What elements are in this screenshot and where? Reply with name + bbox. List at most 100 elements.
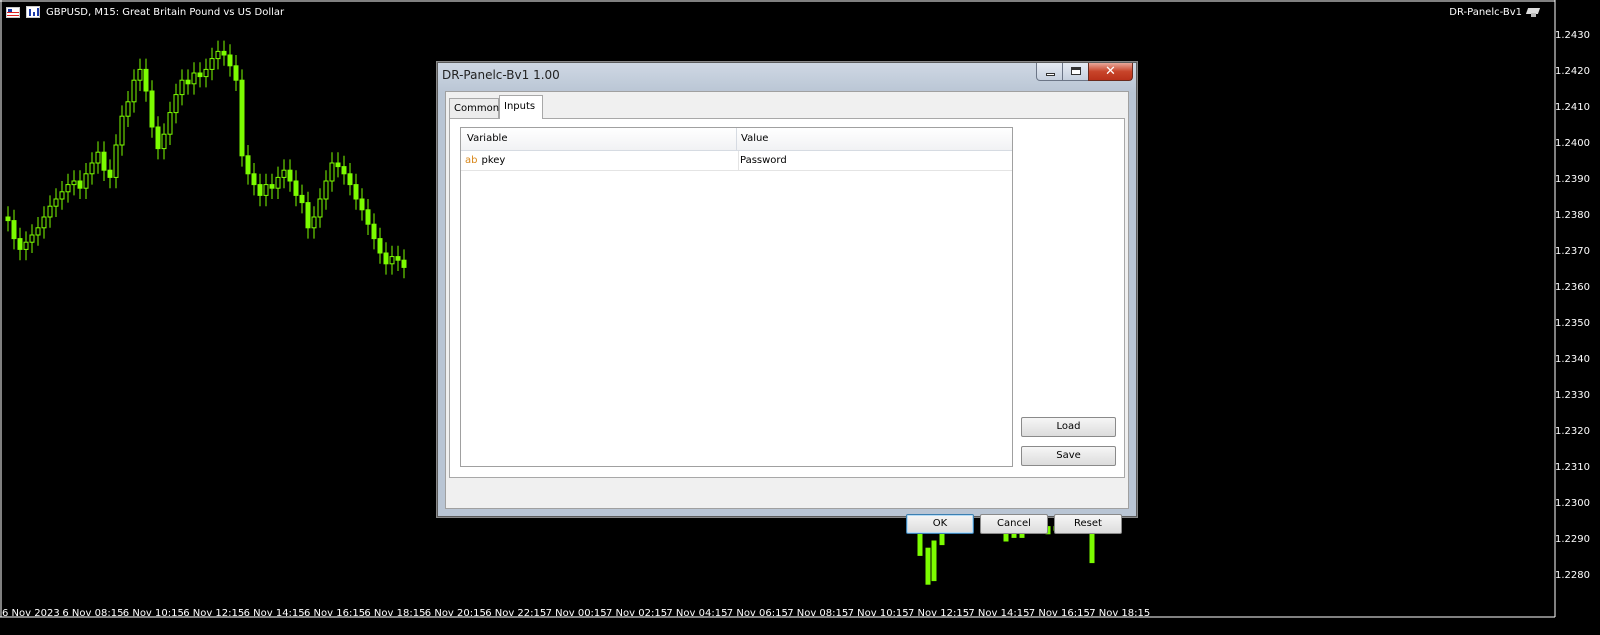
candle-body <box>311 216 317 229</box>
candle-body <box>275 176 281 189</box>
close-icon: ✕ <box>1105 64 1116 79</box>
time-label: 6 Nov 20:15 <box>424 608 486 619</box>
maximize-button[interactable] <box>1062 63 1089 81</box>
candle-body <box>269 184 275 189</box>
time-label: 7 Nov 18:15 <box>1089 608 1151 619</box>
time-label: 7 Nov 02:15 <box>606 608 668 619</box>
time-label: 6 Nov 14:15 <box>243 608 305 619</box>
candle-body <box>395 256 401 261</box>
time-label: 6 Nov 2023 <box>2 608 60 619</box>
time-label: 7 Nov 10:15 <box>847 608 909 619</box>
time-label: 7 Nov 16:15 <box>1028 608 1090 619</box>
close-button[interactable]: ✕ <box>1088 63 1133 81</box>
candle-body <box>359 198 365 211</box>
candle-body <box>227 54 233 67</box>
value-cell[interactable]: Password <box>738 151 1012 170</box>
minimize-icon <box>1046 73 1055 76</box>
candle-body <box>287 169 293 182</box>
candle-body <box>11 220 17 240</box>
column-header-variable[interactable]: Variable <box>461 128 736 150</box>
inputs-tab-panel: Variable Value ab pkey Password Load Save <box>449 118 1125 478</box>
price-label: 1.2420 <box>1555 66 1590 77</box>
candle-body <box>89 162 95 175</box>
price-label: 1.2400 <box>1555 138 1590 149</box>
time-label: 6 Nov 16:15 <box>304 608 366 619</box>
candle-body <box>347 173 353 186</box>
expert-advisor-label[interactable]: DR-Panelc-Bv1 <box>1449 6 1540 18</box>
candle-body <box>17 238 23 250</box>
candle-body <box>191 72 197 85</box>
candle-body <box>335 162 341 168</box>
chart-type-icon[interactable] <box>6 6 20 18</box>
cancel-button[interactable]: Cancel <box>980 514 1048 534</box>
time-label: 6 Nov 18:15 <box>364 608 426 619</box>
time-label: 7 Nov 00:15 <box>545 608 607 619</box>
candle-body <box>353 184 359 200</box>
candle-body <box>137 68 143 81</box>
candle-body <box>377 238 383 254</box>
column-header-value[interactable]: Value <box>737 128 1012 150</box>
price-label: 1.2390 <box>1555 174 1590 185</box>
inputs-table[interactable]: Variable Value ab pkey Password <box>460 127 1013 467</box>
time-label: 7 Nov 12:15 <box>908 608 970 619</box>
chart-symbol-header: GBPUSD, M15: Great Britain Pound vs US D… <box>6 4 284 20</box>
variable-value[interactable]: Password <box>740 155 787 166</box>
candle-body <box>281 169 287 178</box>
reset-button[interactable]: Reset <box>1054 514 1122 534</box>
tab-common[interactable]: Common <box>449 98 499 118</box>
tab-inputs[interactable]: Inputs <box>499 95 543 119</box>
graduation-cap-icon <box>1526 6 1540 18</box>
time-label: 7 Nov 04:15 <box>666 608 728 619</box>
string-type-icon: ab <box>465 155 478 166</box>
candle-body <box>167 112 173 135</box>
candle-body <box>143 68 149 92</box>
candle-body <box>401 259 407 268</box>
price-label: 1.2350 <box>1555 318 1590 329</box>
symbol-title: GBPUSD, M15: Great Britain Pound vs US D… <box>46 6 285 18</box>
time-label: 6 Nov 10:15 <box>122 608 184 619</box>
candle-body <box>317 198 323 218</box>
candle-body <box>77 180 83 189</box>
candle-body <box>41 216 47 229</box>
candle-body <box>107 169 113 178</box>
candle-body <box>299 194 305 204</box>
candle-body <box>149 90 155 128</box>
candle-body <box>389 256 395 265</box>
price-label: 1.2280 <box>1555 570 1590 581</box>
time-label: 6 Nov 12:15 <box>183 608 245 619</box>
dialog-client-area: Common Inputs Variable Value ab pkey Pass… <box>445 91 1129 534</box>
candle-body <box>119 115 125 146</box>
candle-body <box>185 79 191 85</box>
table-header: Variable Value <box>461 128 1012 151</box>
candle-body <box>125 101 131 117</box>
time-label: 6 Nov 08:15 <box>62 608 124 619</box>
candle-body <box>371 223 377 240</box>
candle-body <box>925 547 931 585</box>
timeframe-icon[interactable] <box>26 6 40 18</box>
candle-body <box>23 241 29 250</box>
price-label: 1.2430 <box>1555 30 1590 41</box>
save-button[interactable]: Save <box>1021 446 1116 466</box>
candle-body <box>323 180 329 200</box>
candle-body <box>383 252 389 265</box>
time-label: 7 Nov 14:15 <box>968 608 1030 619</box>
candle-body <box>341 166 347 175</box>
candle-body <box>101 151 107 171</box>
candle-body <box>203 68 209 78</box>
time-label: 7 Nov 08:15 <box>787 608 849 619</box>
price-label: 1.2380 <box>1555 210 1590 221</box>
maximize-icon <box>1071 67 1081 75</box>
ok-button[interactable]: OK <box>906 514 974 534</box>
table-row[interactable]: ab pkey Password <box>461 151 1012 171</box>
dialog-title: DR-Panelc-Bv1 1.00 <box>442 68 560 82</box>
minimize-button[interactable] <box>1036 63 1063 81</box>
price-label: 1.2320 <box>1555 426 1590 437</box>
price-label: 1.2290 <box>1555 534 1590 545</box>
price-label: 1.2330 <box>1555 390 1590 401</box>
candle-body <box>95 151 101 164</box>
candle-body <box>215 50 221 60</box>
candle-body <box>251 173 257 186</box>
candle-body <box>71 180 77 186</box>
candle-body <box>179 79 185 96</box>
load-button[interactable]: Load <box>1021 417 1116 437</box>
